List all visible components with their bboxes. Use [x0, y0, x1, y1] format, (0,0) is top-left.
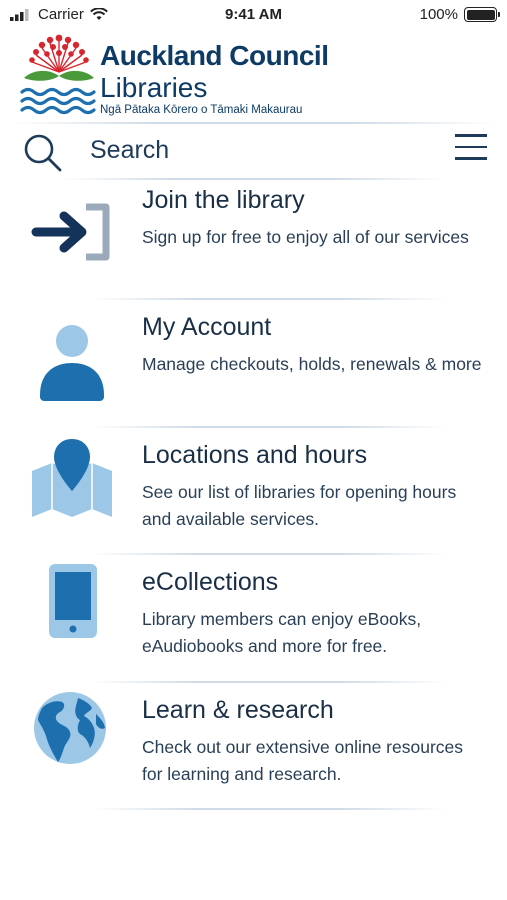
- menu-item-title: Locations and hours: [142, 441, 368, 469]
- search-divider: [60, 178, 447, 180]
- globe-icon: [34, 692, 106, 764]
- pohutukawa-logo-icon: [20, 34, 96, 115]
- battery-icon: [464, 7, 500, 22]
- status-bar: Carrier 9:41 AM 100%: [0, 0, 507, 30]
- menu-item-ecollections[interactable]: eCollections Library members can enjoy e…: [0, 564, 507, 688]
- item-divider: [90, 298, 447, 300]
- brand-tagline: Ngā Pātaka Kōrero o Tāmaki Makaurau: [100, 104, 303, 116]
- menu-item-title: My Account: [142, 313, 272, 341]
- menu-item-title: eCollections: [142, 568, 279, 596]
- status-right: 100%: [419, 6, 500, 23]
- menu-item-description: Sign up for free to enjoy all of our ser…: [142, 227, 469, 247]
- item-divider: [90, 808, 447, 810]
- item-divider: [90, 681, 447, 683]
- menu-item-description: Check out our extensive online resources…: [142, 737, 464, 784]
- menu-item-title: Learn & research: [142, 696, 334, 724]
- menu-item-title: Join the library: [142, 186, 305, 214]
- brand-logo: Auckland Council Libraries Ngā Pātaka Kō…: [20, 32, 350, 120]
- brand-title: Auckland Council: [100, 40, 329, 71]
- join-icon: [31, 203, 110, 261]
- item-divider: [90, 553, 447, 555]
- menu-item-description: Manage checkouts, holds, renewals & more: [142, 354, 482, 374]
- menu-item-description: See our list of libraries for opening ho…: [142, 482, 457, 529]
- brand-subtitle: Libraries: [100, 72, 208, 103]
- header-divider: [10, 122, 497, 124]
- menu-item-description: Library members can enjoy eBooks, eAudio…: [142, 609, 422, 656]
- search-input[interactable]: Search: [90, 136, 169, 165]
- hamburger-menu-icon[interactable]: [455, 134, 487, 169]
- item-divider: [90, 426, 447, 428]
- search-icon[interactable]: [22, 132, 64, 174]
- menu-item-join-library[interactable]: Join the library Sign up for free to enj…: [0, 186, 507, 306]
- search-bar[interactable]: Search: [0, 126, 507, 176]
- map-pin-icon: [32, 439, 112, 517]
- menu-item-learn-research[interactable]: Learn & research Check out our extensive…: [0, 692, 507, 816]
- tablet-icon: [49, 564, 97, 638]
- account-icon: [40, 325, 104, 401]
- menu-item-my-account[interactable]: My Account Manage checkouts, holds, rene…: [0, 313, 507, 433]
- battery-percent: 100%: [419, 6, 458, 23]
- menu-item-locations-hours[interactable]: Locations and hours See our list of libr…: [0, 439, 507, 561]
